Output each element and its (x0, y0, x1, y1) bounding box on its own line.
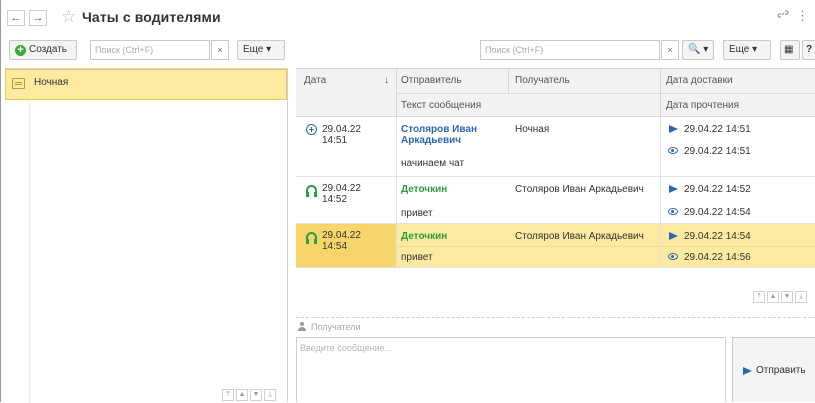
find-button[interactable]: 🔍 ▾ (682, 40, 714, 60)
scroll-last-icon[interactable]: ⤓ (264, 389, 276, 401)
chat-list: Ночная (5, 68, 288, 403)
sort-desc-icon[interactable]: ↓ (384, 75, 389, 86)
header-col-divider (396, 69, 397, 117)
column-recipient[interactable]: Получатель (515, 75, 570, 86)
row-recipient: Столяров Иван Аркадьевич (515, 231, 644, 242)
arrow-left-icon: ← (10, 12, 22, 24)
chat-window: ← → ☆ Чаты с водителями ⋮ + Создать Поиск… (0, 0, 815, 403)
row-sender: Деточкин (401, 184, 448, 195)
row-time: 14:51 (322, 135, 348, 146)
row-divider (396, 246, 815, 247)
table-row-selected[interactable]: 29.04.22 14:54 Деточкин Столяров Иван Ар… (296, 224, 815, 268)
row-text: привет (401, 208, 433, 219)
forward-button[interactable]: → (29, 10, 47, 26)
help-button[interactable]: ? (802, 40, 815, 60)
headset-icon (306, 232, 317, 244)
send-button[interactable]: Отправить (732, 337, 815, 402)
scroll-down-icon[interactable]: ▼ (250, 389, 262, 401)
row-text: начинаем чат (401, 158, 465, 169)
column-text[interactable]: Текст сообщения (401, 100, 481, 111)
row-sender: Деточкин (401, 231, 448, 242)
row-delivered: 29.04.22 14:52 (684, 184, 751, 195)
headset-icon (306, 185, 317, 197)
chat-bubble-icon (12, 78, 25, 89)
scroll-up-icon[interactable]: ▲ (767, 291, 779, 303)
row-date: 29.04.22 (322, 183, 361, 194)
row-text: привет (401, 252, 433, 263)
star-icon[interactable]: ☆ (61, 7, 76, 27)
col-divider (396, 117, 397, 268)
table-row[interactable]: 29.04.22 14:52 Деточкин Столяров Иван Ар… (296, 177, 815, 224)
list-divider (29, 100, 30, 403)
send-arrow-icon (669, 185, 678, 193)
scroll-up-icon[interactable]: ▲ (236, 389, 248, 401)
scroll-first-icon[interactable]: ⤒ (222, 389, 234, 401)
more-vertical-icon[interactable]: ⋮ (796, 8, 809, 24)
row-delivered: 29.04.22 14:54 (684, 231, 751, 242)
header-col-divider (508, 69, 509, 93)
message-search-clear-button[interactable]: × (661, 40, 679, 60)
plus-circle-icon (306, 124, 317, 135)
message-input[interactable]: Введите сообщение... (296, 337, 726, 402)
chat-search-clear-button[interactable]: × (211, 40, 229, 60)
header-col-divider (660, 69, 661, 117)
header-divider (396, 93, 815, 94)
plus-icon: + (15, 45, 26, 56)
send-arrow-icon (669, 125, 678, 133)
column-delivered[interactable]: Дата доставки (666, 75, 733, 86)
recipients-field[interactable]: Получатели (311, 322, 361, 332)
row-recipient: Столяров Иван Аркадьевич (515, 184, 644, 195)
page-title: Чаты с водителями (82, 9, 221, 25)
scroll-first-icon[interactable]: ⤒ (753, 291, 765, 303)
chat-list-item[interactable]: Ночная (5, 69, 287, 100)
eye-icon (668, 253, 678, 260)
column-sender[interactable]: Отправитель (401, 75, 462, 86)
table-header: Дата ↓ Отправитель Получатель Дата доста… (296, 69, 815, 117)
row-read: 29.04.22 14:54 (684, 207, 751, 218)
create-label: Создать (29, 44, 68, 55)
column-date[interactable]: Дата (304, 75, 326, 86)
composer-divider (296, 317, 815, 318)
scroll-last-icon[interactable]: ⤓ (795, 291, 807, 303)
chat-more-button[interactable]: Еще ▾ (237, 40, 285, 60)
table-row[interactable]: 29.04.22 14:51 Столяров Иван Аркадьевич … (296, 117, 815, 177)
row-read: 29.04.22 14:56 (684, 252, 751, 263)
send-arrow-icon (669, 232, 678, 240)
row-sender: Столяров Иван (401, 124, 477, 135)
row-read: 29.04.22 14:51 (684, 146, 751, 157)
create-button[interactable]: + Создать (9, 40, 77, 60)
row-recipient: Ночная (515, 124, 550, 135)
arrow-right-icon: → (32, 12, 44, 24)
send-label: Отправить (756, 365, 806, 376)
calculator-icon[interactable]: ▦ (780, 40, 800, 60)
back-button[interactable]: ← (7, 10, 25, 26)
user-icon (298, 322, 306, 331)
row-date: 29.04.22 (322, 124, 361, 135)
row-sender-line2: Аркадьевич (401, 135, 462, 146)
link-icon[interactable] (777, 8, 789, 23)
eye-icon (668, 208, 678, 215)
row-delivered: 29.04.22 14:51 (684, 124, 751, 135)
row-time: 14:54 (322, 241, 348, 252)
chat-search-input[interactable]: Поиск (Ctrl+F) (90, 40, 210, 60)
message-more-button[interactable]: Еще ▾ (723, 40, 771, 60)
chat-list-scroll-nav: ⤒ ▲ ▼ ⤓ (222, 389, 276, 403)
row-time: 14:52 (322, 194, 348, 205)
eye-icon (668, 147, 678, 154)
chat-name: Ночная (34, 77, 69, 88)
scroll-down-icon[interactable]: ▼ (781, 291, 793, 303)
messages-table: Дата ↓ Отправитель Получатель Дата доста… (296, 68, 815, 300)
row-date: 29.04.22 (322, 230, 361, 241)
col-divider (660, 117, 661, 268)
messages-scroll-nav: ⤒ ▲ ▼ ⤓ (753, 291, 807, 305)
column-read[interactable]: Дата прочтения (666, 100, 739, 111)
send-arrow-icon (743, 367, 752, 375)
message-search-input[interactable]: Поиск (Ctrl+F) (480, 40, 660, 60)
title-bar: ← → ☆ Чаты с водителями ⋮ (1, 0, 815, 34)
